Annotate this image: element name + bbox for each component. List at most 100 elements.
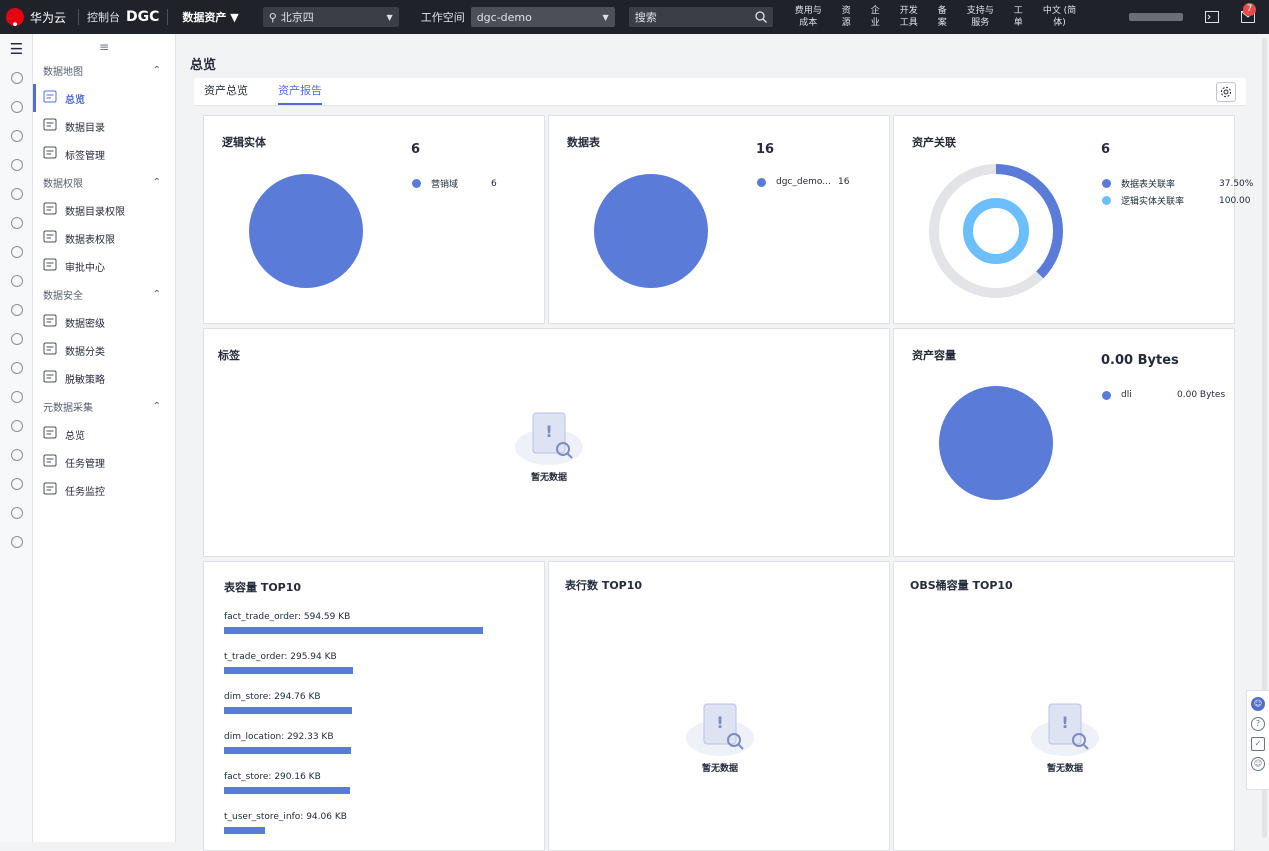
cloud-alt-icon[interactable] — [0, 266, 33, 295]
warehouse-icon[interactable] — [0, 527, 33, 556]
card-total: 16 — [756, 142, 775, 157]
bar — [224, 627, 483, 634]
top-nav-link[interactable]: 备案 — [938, 5, 947, 29]
sidebar-group[interactable]: 数据权限 ⌃ — [33, 168, 175, 196]
sidebar-group[interactable]: 数据安全 ⌃ — [33, 280, 175, 308]
cloud-icon[interactable] — [0, 63, 33, 92]
ring-chart — [929, 164, 1063, 298]
shield-icon[interactable] — [0, 440, 33, 469]
sidebar-item[interactable]: 总览 — [33, 420, 175, 448]
chat-icon[interactable] — [0, 92, 33, 121]
sidebar-item[interactable]: 数据目录 — [33, 112, 175, 140]
legend-item[interactable]: 营销域 6 — [412, 177, 497, 190]
legend-item[interactable]: dli 0.00 Bytes — [1102, 390, 1225, 400]
sun-gear-icon[interactable] — [0, 469, 33, 498]
cloud-sync-icon[interactable] — [0, 121, 33, 150]
empty-data-icon: ! — [1031, 703, 1099, 756]
cloud-down-icon[interactable] — [0, 237, 33, 266]
chat-search-icon[interactable] — [0, 498, 33, 527]
sidebar-item[interactable]: 任务监控 — [33, 476, 175, 504]
top-nav-link[interactable]: 费用与 成本 — [795, 5, 822, 29]
top-nav-link[interactable]: 资源 — [842, 5, 851, 29]
legend-item[interactable]: 逻辑实体关联率 100.00 — [1102, 194, 1251, 207]
security-level-icon — [43, 314, 57, 330]
product-name[interactable]: DGC — [126, 9, 159, 25]
tab-asset-report[interactable]: 资产报告 — [278, 78, 322, 105]
sidebar-item[interactable]: 数据密级 — [33, 308, 175, 336]
dsc-icon[interactable] — [0, 411, 33, 440]
divider — [167, 9, 169, 25]
legend-item[interactable]: dgc_demo... 16 — [757, 177, 849, 187]
globe-icon[interactable] — [0, 382, 33, 411]
bridge-icon[interactable] — [0, 150, 33, 179]
feedback-icon[interactable]: ☺ — [1251, 757, 1265, 771]
legend-value: 37.50% — [1219, 178, 1254, 189]
top-bar: 华为云 控制台 DGC 数据资产 ▼ ⚲ 北京四 ▼ 工作空间 dgc-demo… — [0, 0, 1269, 34]
top-nav-link[interactable]: 工单 — [1014, 5, 1023, 29]
svg-text:!: ! — [545, 422, 552, 441]
nav-link-line: 支持与 — [966, 6, 994, 16]
sidebar-item[interactable]: 任务管理 — [33, 448, 175, 476]
cloud-upload-icon[interactable] — [0, 208, 33, 237]
help-icon[interactable]: ? — [1251, 717, 1265, 731]
assistant-icon[interactable]: ☺ — [1251, 697, 1265, 711]
catalog-icon — [43, 118, 57, 134]
sidebar-item[interactable]: 脱敏策略 — [33, 364, 175, 392]
menu-icon[interactable]: ☰ — [0, 34, 33, 63]
cluster-icon[interactable] — [0, 353, 33, 382]
checklist-icon[interactable]: ✓ — [1251, 737, 1265, 751]
sidebar-item[interactable]: 数据分类 — [33, 336, 175, 364]
workspace-value: dgc-demo — [476, 10, 532, 24]
sidebar-item[interactable]: 数据表权限 — [33, 224, 175, 252]
top-nav-link[interactable]: 企业 — [871, 5, 880, 29]
sidebar-group[interactable]: 数据地图 ⌃ — [33, 56, 175, 84]
sidebar-item[interactable]: 标签管理 — [33, 140, 175, 168]
legend-dot — [412, 179, 421, 188]
module-menu[interactable]: 数据资产 ▼ — [182, 9, 238, 25]
document-icon[interactable] — [0, 179, 33, 208]
nav-link-line: 资 — [841, 6, 851, 16]
bar-item: fact_store: 290.16 KB — [224, 772, 350, 794]
sidebar-group-label: 数据地图 — [43, 66, 83, 78]
console-link[interactable]: 控制台 — [87, 9, 120, 25]
empty-state: ! 暂无数据 — [1020, 700, 1110, 774]
tab-asset-overview[interactable]: 资产总览 — [204, 78, 248, 105]
ship-icon[interactable] — [0, 295, 33, 324]
region-value: 北京四 — [280, 11, 314, 24]
account-name[interactable] — [1129, 13, 1183, 21]
sidebar: ≡ 数据地图 ⌃ 总览 数据目录 标签管理 数据权限 ⌃ 数据目录权限 数据表权限 审批中心 数据安… — [33, 34, 176, 842]
top-nav-link[interactable]: 开发 工具 — [900, 5, 918, 29]
bar-label: fact_trade_order: 594.59 KB — [224, 612, 351, 622]
collapse-menu-icon[interactable]: ≡ — [33, 34, 175, 56]
legend-dot — [1102, 390, 1111, 400]
sidebar-item[interactable]: 总览 — [33, 84, 175, 112]
bar — [224, 707, 352, 714]
legend-item[interactable]: 数据表关联率 37.50% — [1102, 177, 1253, 190]
empty-data-icon: ! — [686, 703, 754, 756]
sidebar-group[interactable]: 元数据采集 ⌃ — [33, 392, 175, 420]
settings-gear-icon[interactable] — [1216, 82, 1236, 102]
top-nav-link[interactable]: 支持与 服务 — [967, 5, 994, 29]
bar-item: dim_location: 292.33 KB — [224, 732, 351, 754]
catalog-perm-icon — [43, 202, 57, 218]
top-nav-link[interactable]: 中文 (简 体) — [1043, 5, 1076, 29]
sidebar-item[interactable]: 审批中心 — [33, 252, 175, 280]
chevron-up-icon: ⌃ — [152, 176, 161, 188]
card-title: 资产容量 — [912, 349, 956, 362]
terminal-icon[interactable] — [1205, 11, 1219, 23]
workspace-select[interactable]: dgc-demo ▼ — [470, 7, 615, 27]
chevron-up-icon: ⌃ — [152, 64, 161, 76]
huawei-logo[interactable]: 华为云 — [0, 0, 70, 34]
card-title: 表行数 TOP10 — [565, 579, 643, 592]
bar — [224, 667, 353, 674]
ticket-icon[interactable] — [0, 324, 33, 353]
region-select[interactable]: ⚲ 北京四 ▼ — [262, 7, 399, 27]
sidebar-item[interactable]: 数据目录权限 — [33, 196, 175, 224]
card-table-rows-top10: 表行数 TOP10 ! 暂无数据 — [548, 561, 890, 851]
bar-item: t_user_store_info: 94.06 KB — [224, 812, 347, 834]
legend-value: 100.00 — [1219, 195, 1251, 206]
notification-badge[interactable]: 7 — [1243, 3, 1256, 16]
search-input[interactable]: 搜索 — [628, 7, 773, 27]
layers-icon — [43, 426, 57, 442]
empty-text: 暂无数据 — [1046, 764, 1083, 774]
